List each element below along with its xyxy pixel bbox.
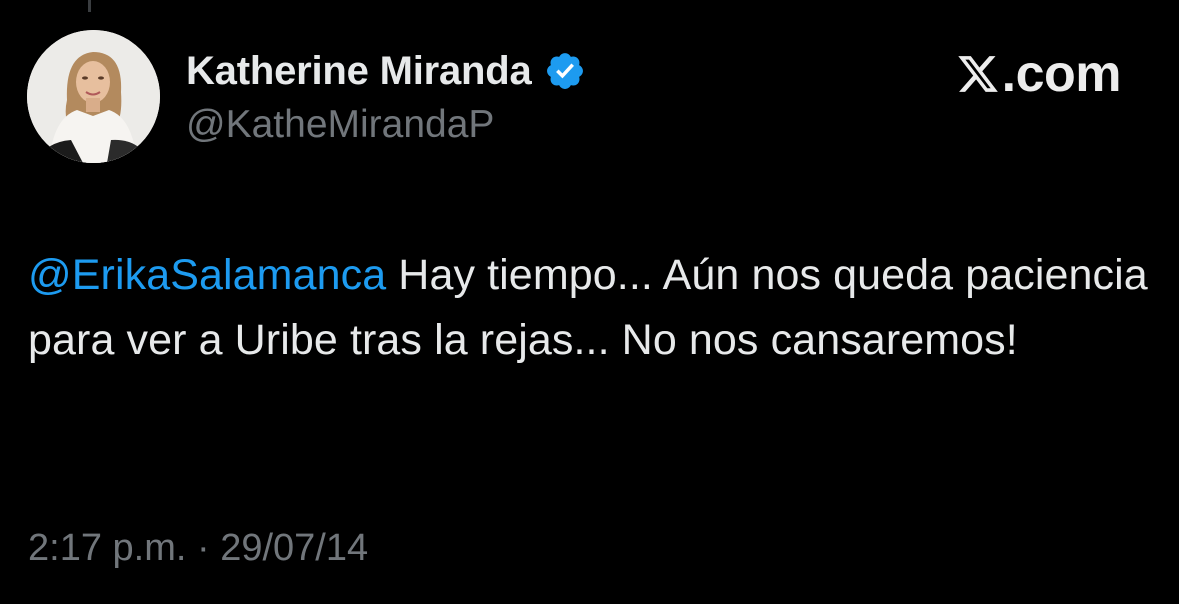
mention-link[interactable]: @ErikaSalamanca	[28, 251, 386, 299]
author-handle[interactable]: @KatheMirandaP	[186, 103, 494, 147]
x-brand-watermark: .com	[956, 44, 1122, 104]
avatar[interactable]	[27, 30, 160, 163]
tweet-body: @ErikaSalamanca Hay tiempo... Aún nos qu…	[28, 243, 1153, 373]
verified-badge-icon	[544, 50, 586, 92]
meta-separator: ·	[186, 527, 221, 569]
author-display-name[interactable]: Katherine Miranda	[186, 49, 532, 94]
thread-connector-line	[88, 0, 91, 12]
tweet-timestamp[interactable]: 2:17 p.m. · 29/07/14	[28, 527, 368, 570]
tweet-date: 29/07/14	[220, 527, 369, 569]
x-logo-icon	[956, 52, 1000, 96]
author-name-row: Katherine Miranda	[186, 47, 586, 95]
tweet-time: 2:17 p.m.	[28, 527, 187, 569]
brand-domain-suffix: .com	[1001, 45, 1122, 103]
profile-photo-image	[27, 30, 160, 163]
